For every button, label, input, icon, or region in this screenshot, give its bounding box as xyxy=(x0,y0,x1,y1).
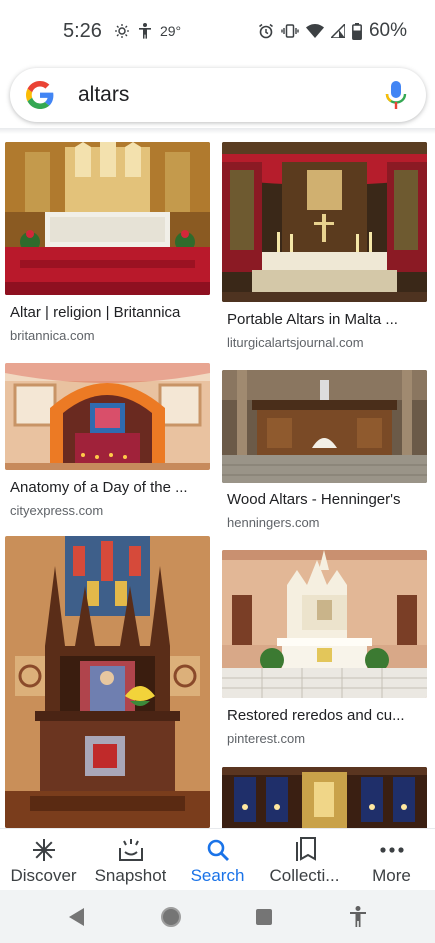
result-image[interactable] xyxy=(222,550,427,698)
nav-search[interactable]: Search xyxy=(174,829,261,890)
signal-icon xyxy=(330,24,345,38)
result-image[interactable] xyxy=(222,370,427,483)
result-card[interactable]: Wood Altars - Henninger's henningers.com xyxy=(222,370,432,530)
result-image[interactable] xyxy=(222,767,427,828)
more-dots-icon xyxy=(379,847,404,853)
temperature-text: 29° xyxy=(159,23,182,39)
battery-icon xyxy=(352,22,362,40)
result-source: cityexpress.com xyxy=(10,503,104,518)
back-triangle-icon xyxy=(68,907,84,926)
nav-collections[interactable]: Collecti... xyxy=(261,829,348,890)
result-image[interactable] xyxy=(5,536,210,828)
status-time: 5:26 xyxy=(63,19,102,42)
nav-label-collections: Collecti... xyxy=(269,866,340,885)
result-title[interactable]: Altar | religion | Britannica xyxy=(10,304,210,321)
google-logo-icon[interactable] xyxy=(26,81,54,109)
result-image[interactable] xyxy=(222,142,427,302)
search-icon xyxy=(207,839,229,861)
weather-icon xyxy=(114,24,129,38)
result-image[interactable] xyxy=(5,363,210,470)
result-card[interactable] xyxy=(222,767,432,828)
result-title[interactable]: Restored reredos and cu... xyxy=(227,707,427,724)
alarm-icon xyxy=(259,23,273,39)
result-title[interactable]: Wood Altars - Henninger's xyxy=(227,491,427,508)
home-button[interactable] xyxy=(151,897,191,937)
accessibility-icon xyxy=(138,23,151,39)
result-card[interactable]: Anatomy of a Day of the ... cityexpress.… xyxy=(5,363,215,523)
nav-label-snapshot: Snapshot xyxy=(94,866,167,885)
accessibility-button[interactable] xyxy=(338,897,378,937)
nav-discover[interactable]: Discover xyxy=(0,829,87,890)
search-bar[interactable]: altars xyxy=(10,68,426,122)
vibrate-icon xyxy=(281,24,299,38)
nav-more[interactable]: More xyxy=(348,829,435,890)
microphone-icon[interactable] xyxy=(384,80,408,110)
accessibility-icon xyxy=(350,905,367,927)
home-circle-icon xyxy=(160,906,181,927)
asterisk-icon xyxy=(32,839,55,861)
snapshot-icon xyxy=(118,839,143,861)
result-title[interactable]: Portable Altars in Malta ... xyxy=(227,311,427,328)
result-card[interactable]: Altar | religion | Britannica britannica… xyxy=(5,142,215,352)
result-card[interactable] xyxy=(5,536,215,828)
result-title[interactable]: Anatomy of a Day of the ... xyxy=(10,479,210,496)
result-image[interactable] xyxy=(5,142,210,295)
result-source: pinterest.com xyxy=(227,731,306,746)
recents-button[interactable] xyxy=(244,897,284,937)
nav-label-discover: Discover xyxy=(10,866,77,885)
back-button[interactable] xyxy=(57,897,97,937)
status-bar: 5:26 29° 60% xyxy=(0,0,435,62)
bottom-navigation: Discover Snapshot Search Collecti... Mor… xyxy=(0,828,435,890)
nav-label-search: Search xyxy=(190,866,245,885)
collections-icon xyxy=(295,837,316,861)
result-card[interactable]: Portable Altars in Malta ... liturgicala… xyxy=(222,142,432,352)
nav-snapshot[interactable]: Snapshot xyxy=(87,829,174,890)
image-results-grid: Altar | religion | Britannica britannica… xyxy=(0,134,435,828)
nav-label-more: More xyxy=(372,866,411,885)
recents-square-icon xyxy=(256,908,273,925)
result-source: liturgicalartsjournal.com xyxy=(227,335,364,350)
result-source: britannica.com xyxy=(10,328,95,343)
wifi-icon xyxy=(305,24,324,38)
battery-percentage: 60% xyxy=(368,20,407,41)
search-input[interactable]: altars xyxy=(78,83,384,107)
result-source: henningers.com xyxy=(227,515,320,530)
result-card[interactable]: Restored reredos and cu... pinterest.com xyxy=(222,550,432,750)
system-navigation-bar xyxy=(0,890,435,943)
